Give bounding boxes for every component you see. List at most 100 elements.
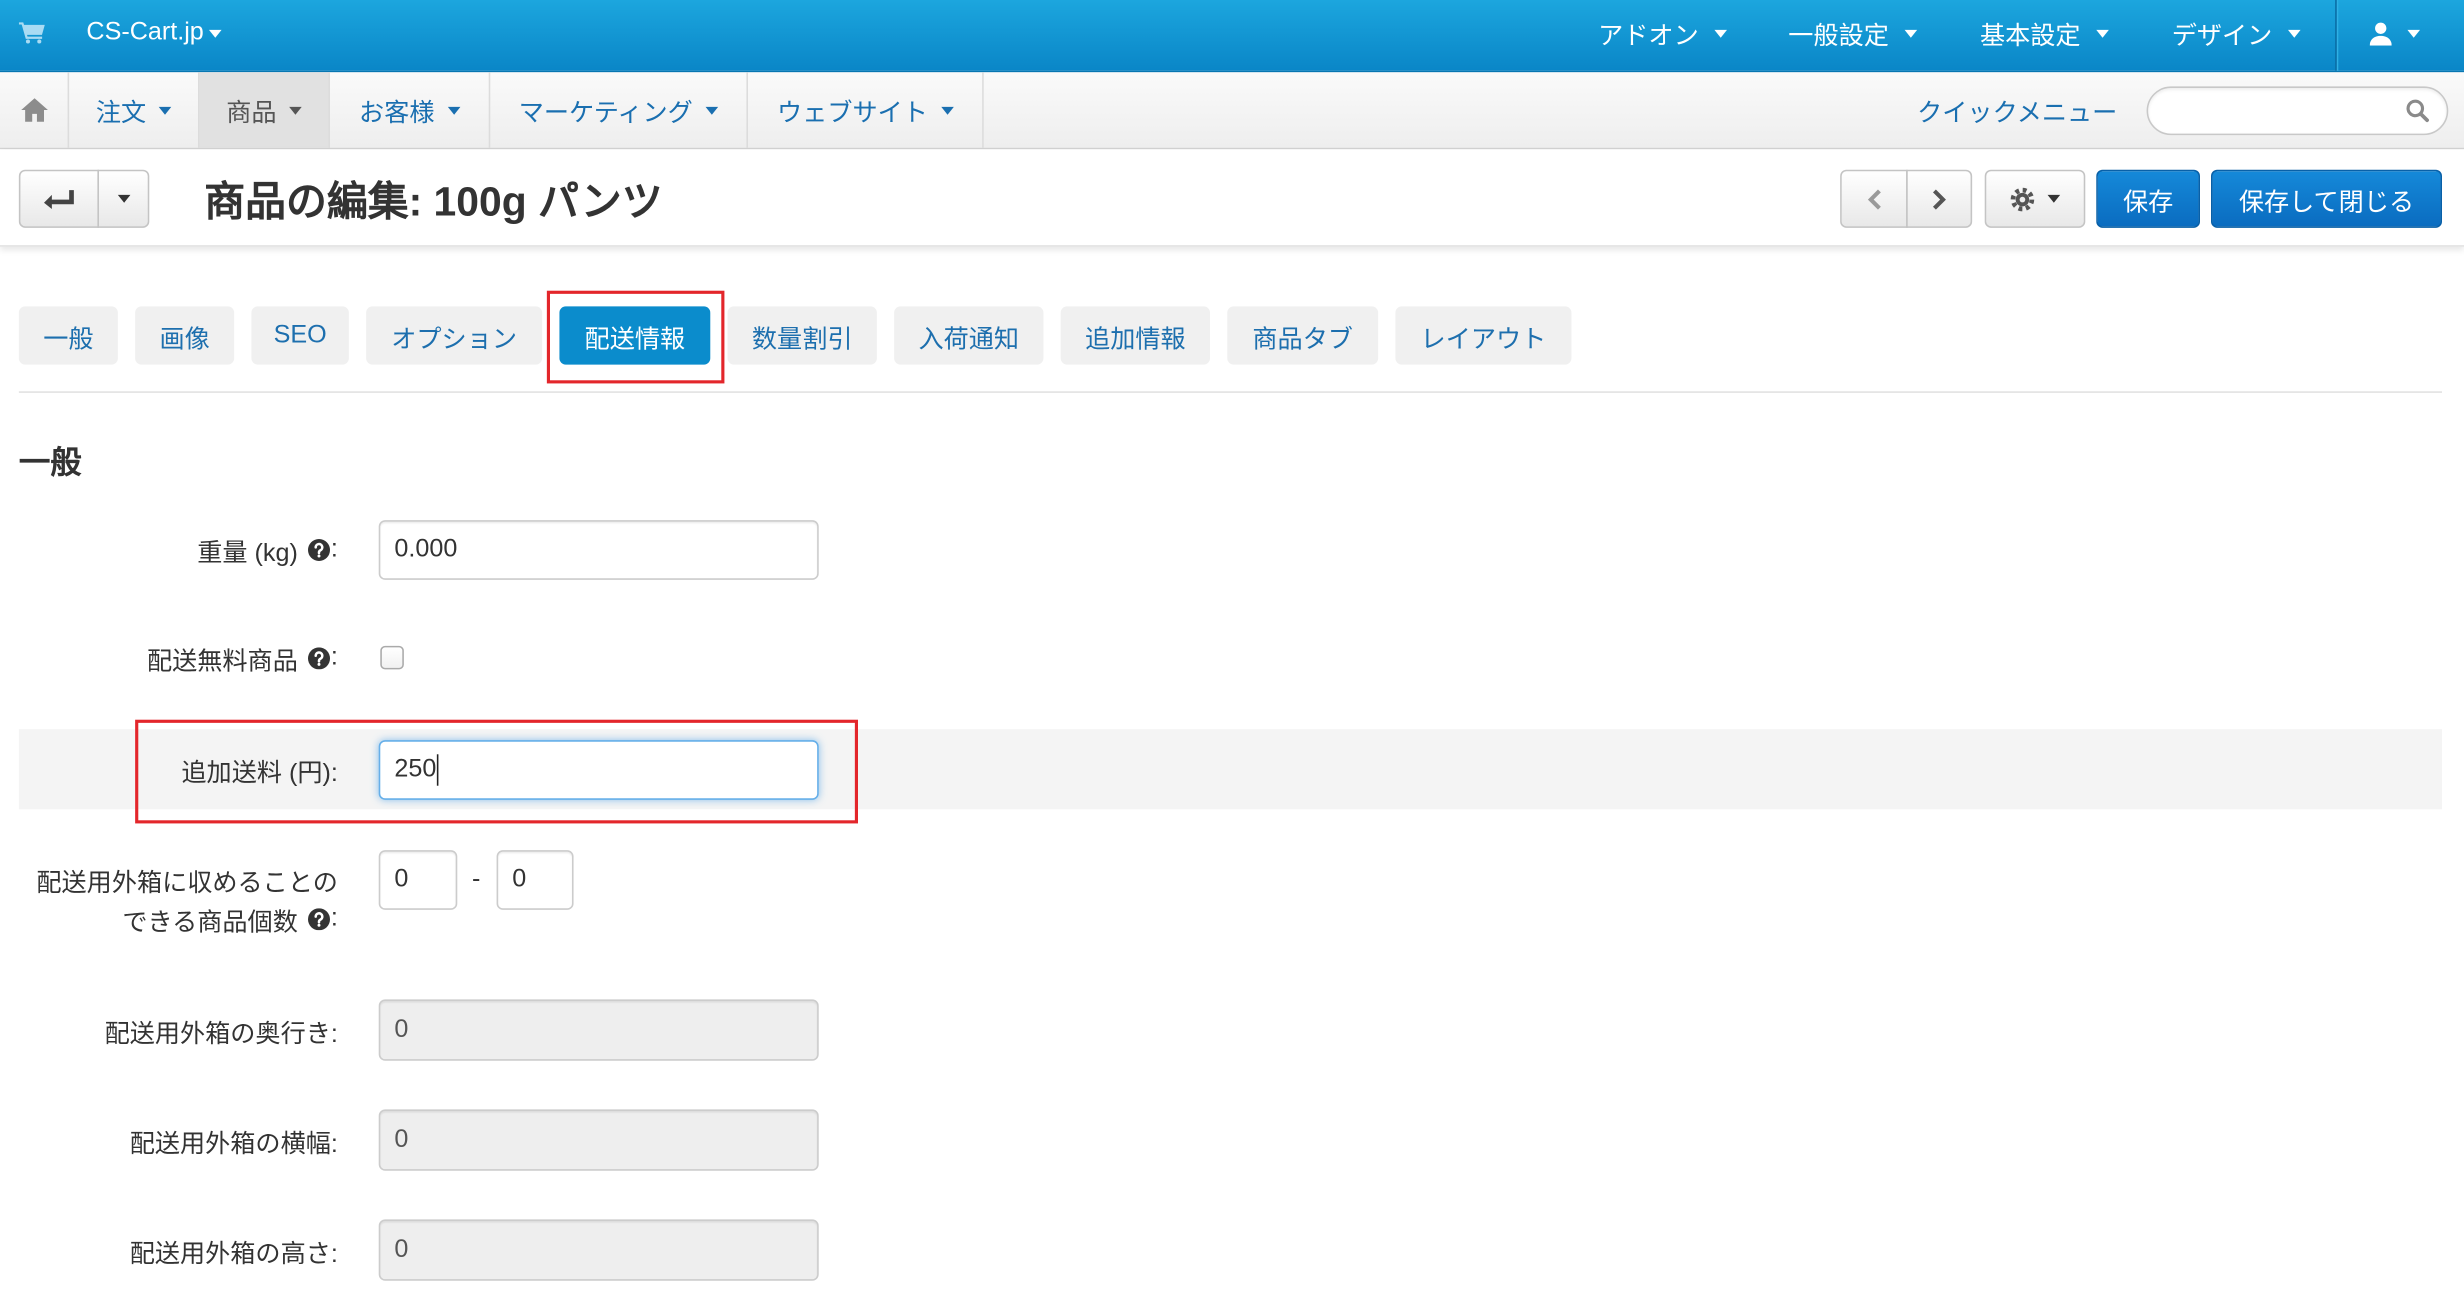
tabs-divider [18, 391, 2443, 393]
prev-product-button[interactable] [1840, 169, 1908, 228]
product-tabs: 一般 画像 SEO オプション 配送情報 数量割引 入荷通知 追加情報 商品タブ… [18, 306, 1572, 365]
settings-dropdown[interactable] [1984, 169, 2086, 228]
search-box [2146, 86, 2449, 136]
field-row-box-items: - [0, 850, 2464, 910]
menu-addons-label: アドオン [1598, 23, 1699, 51]
box-length-label-text: 配送用外箱の奥行き: [104, 1020, 338, 1048]
label-colon: : [330, 644, 338, 672]
box-width-input[interactable] [378, 1109, 819, 1171]
free-shipping-checkbox[interactable] [380, 645, 404, 670]
menu-customers[interactable]: お客様 [330, 72, 491, 148]
box-width-label-text: 配送用外箱の横幅: [129, 1130, 338, 1158]
page-toolbar: 商品の編集: 100g パンツ 保存 保存して閉じる [0, 149, 2464, 247]
caret-down-icon [1714, 29, 1728, 37]
tab-images[interactable]: 画像 [135, 306, 235, 365]
admin-page: CS-Cart.jp アドオン 一般設定 基本設定 デザイン 注文 商品 お客様… [0, 0, 2464, 1311]
user-icon [2369, 21, 2392, 45]
gear-icon [2010, 186, 2035, 211]
caret-down-icon [705, 106, 718, 114]
caret-down-icon [2096, 29, 2109, 37]
box-items-max-input[interactable] [496, 850, 574, 910]
caret-down-icon [447, 106, 460, 114]
page-title: 商品の編集: 100g パンツ [204, 176, 663, 224]
tab-options[interactable]: オプション [366, 306, 543, 365]
menu-marketing[interactable]: マーケティング [490, 72, 749, 148]
menu-products[interactable]: 商品 [199, 72, 331, 148]
caret-down-icon [289, 106, 302, 114]
cart-icon[interactable] [18, 20, 46, 44]
box-height-input[interactable] [378, 1219, 819, 1281]
field-row-box-length: 配送用外箱の奥行き: [0, 999, 2464, 1061]
menu-customers-label: お客様 [359, 100, 435, 128]
weight-label-text: 重量 (kg) [197, 540, 298, 568]
menu-orders-label: 注文 [95, 100, 147, 128]
back-button[interactable] [18, 169, 100, 228]
menu-basic-settings-label: 基本設定 [1980, 23, 2081, 51]
quick-menu-link[interactable]: クイックメニュー [1917, 72, 2117, 147]
tab-general[interactable]: 一般 [18, 306, 118, 365]
caret-down-icon [117, 194, 130, 203]
tab-seo[interactable]: SEO [251, 306, 349, 365]
label-colon: : [330, 535, 338, 563]
annotation-highlight-tab [546, 290, 725, 384]
tab-additional-info[interactable]: 追加情報 [1060, 306, 1211, 365]
field-row-box-width: 配送用外箱の横幅: [0, 1109, 2464, 1171]
caret-down-icon [1904, 29, 1918, 37]
chevron-left-icon [1866, 188, 1882, 210]
menu-marketing-label: マーケティング [518, 100, 693, 128]
menu-general-settings-label: 一般設定 [1788, 23, 1889, 51]
box-width-label: 配送用外箱の横幅: [0, 1109, 338, 1170]
home-button[interactable] [0, 72, 70, 148]
tab-product-tabs[interactable]: 商品タブ [1227, 306, 1379, 365]
back-arrow-icon [43, 188, 74, 210]
menu-orders[interactable]: 注文 [69, 72, 200, 148]
save-button[interactable]: 保存 [2096, 169, 2200, 228]
tab-stock-notifications[interactable]: 入荷通知 [894, 306, 1044, 365]
free-shipping-label-text: 配送無料商品 [146, 649, 298, 676]
help-icon[interactable] [307, 647, 330, 670]
help-icon[interactable] [307, 539, 330, 561]
menu-website[interactable]: ウェブサイト [748, 72, 984, 148]
weight-label: 重量 (kg) : [0, 520, 338, 580]
menu-addons[interactable]: アドオン [1598, 0, 1728, 66]
caret-down-icon [2288, 29, 2301, 37]
caret-down-icon [208, 29, 222, 37]
chevron-right-icon [1931, 188, 1947, 210]
field-row-free-shipping: 配送無料商品 : [0, 635, 2464, 682]
topbar-divider [2335, 0, 2337, 71]
caret-down-icon [940, 106, 954, 114]
annotation-highlight-field [135, 719, 859, 824]
section-title: 一般 [18, 446, 82, 481]
menu-website-label: ウェブサイト [777, 100, 928, 128]
menu-products-label: 商品 [226, 100, 277, 128]
tab-layout[interactable]: レイアウト [1395, 306, 1572, 365]
search-input[interactable] [2146, 86, 2449, 136]
help-icon[interactable] [307, 907, 330, 930]
menu-design-label: デザイン [2171, 23, 2273, 51]
weight-input[interactable] [378, 520, 819, 580]
field-row-box-height: 配送用外箱の高さ: [0, 1219, 2464, 1281]
tab-quantity-discounts[interactable]: 数量割引 [727, 306, 877, 365]
user-menu[interactable] [2369, 0, 2421, 66]
save-and-close-button[interactable]: 保存して閉じる [2211, 169, 2443, 228]
search-icon[interactable] [2406, 99, 2430, 123]
back-history-dropdown[interactable] [97, 169, 150, 228]
menu-basic-settings[interactable]: 基本設定 [1980, 0, 2109, 66]
store-name: CS-Cart.jp [86, 18, 204, 46]
main-menu-bar: 注文 商品 お客様 マーケティング ウェブサイト クイックメニュー [0, 72, 2464, 150]
caret-down-icon [158, 106, 172, 114]
box-length-input[interactable] [378, 999, 819, 1061]
box-items-min-input[interactable] [378, 850, 458, 910]
box-height-label: 配送用外箱の高さ: [0, 1219, 338, 1280]
store-switcher[interactable]: CS-Cart.jp [86, 0, 222, 66]
box-height-label-text: 配送用外箱の高さ: [129, 1240, 338, 1268]
top-navbar: CS-Cart.jp アドオン 一般設定 基本設定 デザイン [0, 0, 2464, 73]
menu-design[interactable]: デザイン [2172, 0, 2301, 66]
caret-down-icon [2407, 29, 2421, 37]
field-row-weight: 重量 (kg) : [0, 520, 2464, 580]
next-product-button[interactable] [1906, 169, 1973, 228]
menu-general-settings[interactable]: 一般設定 [1788, 0, 1918, 66]
caret-down-icon [2047, 194, 2061, 203]
range-separator: - [471, 865, 481, 893]
main-menu: 注文 商品 お客様 マーケティング ウェブサイト [69, 72, 984, 148]
